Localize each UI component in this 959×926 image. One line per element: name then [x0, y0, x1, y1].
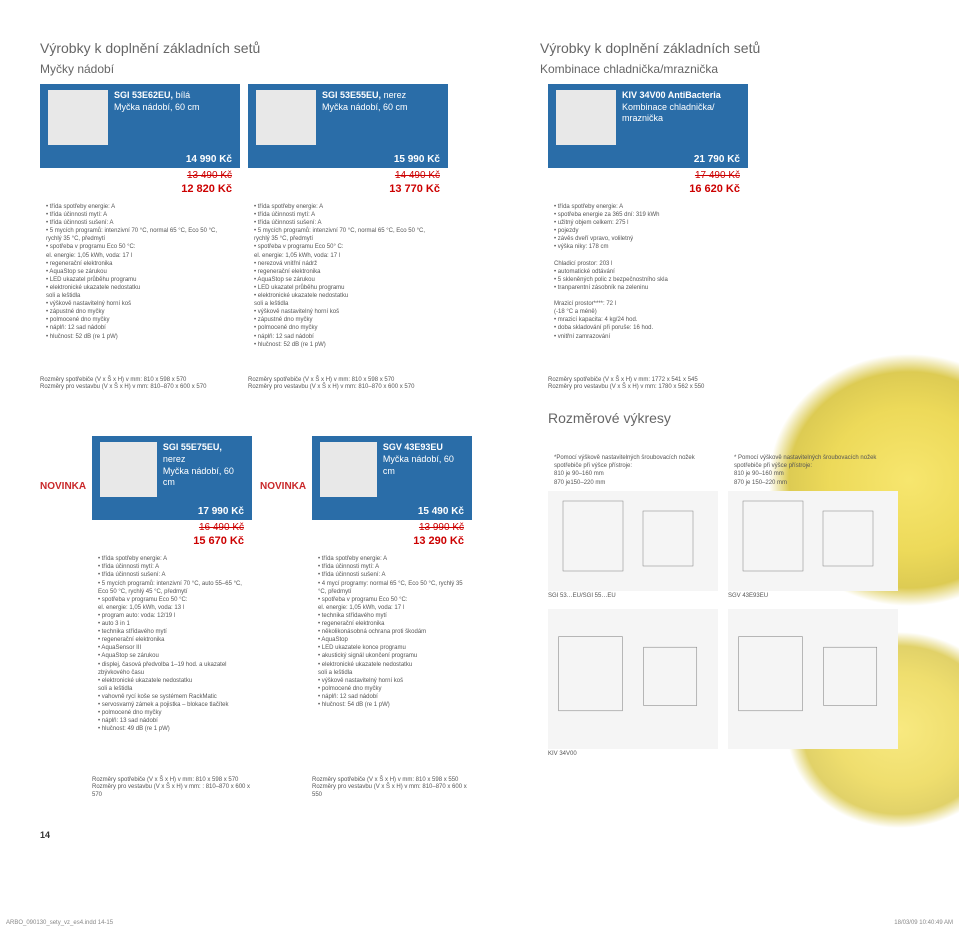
- product-card: KIV 34V00 AntiBacteria Kombinace chladni…: [548, 84, 748, 345]
- product-desc: Myčka nádobí, 60 cm: [163, 466, 234, 488]
- product-model: SGI 53E62EU,: [114, 90, 173, 100]
- dims-builtin: Rozměry pro vestavbu (V x Š x H) v mm: 8…: [248, 384, 448, 392]
- product-variant: nerez: [163, 454, 186, 464]
- dimension-drawing: * Pomocí výškově nastavitelných šroubova…: [728, 450, 898, 598]
- product-specs: • třída spotřeby energie: A • třída účin…: [312, 551, 472, 713]
- product-desc: Myčka nádobí, 60 cm: [383, 454, 454, 476]
- price-now: 15 670 Kč: [92, 535, 252, 551]
- dims-builtin: Rozměry pro vestavbu (V x Š x H) v mm: 1…: [548, 384, 748, 392]
- drawing-image: [548, 491, 718, 591]
- price-strike: 14 490 Kč: [248, 168, 448, 183]
- product-specs: • třída spotřeby energie: A • třída účin…: [92, 551, 252, 737]
- product-card: SGI 53E55EU, nerez Myčka nádobí, 60 cm 1…: [248, 84, 448, 353]
- product-variant: nerez: [384, 90, 407, 100]
- product-specs: • třída spotřeby energie: A • třída účin…: [40, 199, 240, 345]
- product-dims: Rozměry spotřebiče (V x Š x H) v mm: 810…: [312, 777, 472, 800]
- product-model: SGI 53E55EU,: [322, 90, 381, 100]
- dimension-drawing: [728, 609, 898, 757]
- dimension-drawing: *Pomocí výškově nastavitelných šroubovac…: [548, 450, 718, 598]
- product-card: SGV 43E93EU Myčka nádobí, 60 cm 15 490 K…: [312, 436, 472, 737]
- novinka-badge: NOVINKA: [260, 481, 304, 492]
- subsection-left: Myčky nádobí: [40, 62, 500, 76]
- page-number: 14: [40, 830, 919, 840]
- price-strike: 13 990 Kč: [312, 520, 472, 535]
- footer-filename: ARBO_090130_sety_vz_es4.indd 14-15: [6, 920, 113, 926]
- price-strike: 17 490 Kč: [548, 168, 748, 183]
- product-thumb: [320, 442, 377, 497]
- product-thumb: [100, 442, 157, 497]
- price-strike: 13 490 Kč: [40, 168, 240, 183]
- price-now: 13 770 Kč: [248, 183, 448, 199]
- product-desc-2: mraznička: [622, 113, 663, 123]
- product-variant: bílá: [176, 90, 191, 100]
- price-strike: 16 490 Kč: [92, 520, 252, 535]
- product-thumb: [256, 90, 316, 145]
- dims-appliance: Rozměry spotřebiče (V x Š x H) v mm: 810…: [92, 777, 252, 785]
- price-original: 15 490 Kč: [312, 503, 472, 520]
- price-original: 15 990 Kč: [248, 151, 448, 168]
- subsection-right: Kombinace chladnička/mraznička: [540, 62, 900, 76]
- dims-builtin: Rozměry pro vestavbu (V x Š x H) v mm: 8…: [312, 784, 472, 800]
- product-dims: Rozměry spotřebiče (V x Š x H) v mm: 810…: [40, 377, 240, 393]
- product-desc: Kombinace chladnička/: [622, 102, 715, 112]
- product-card: SGI 53E62EU, bílá Myčka nádobí, 60 cm 14…: [40, 84, 240, 353]
- drawing-image: [548, 609, 718, 749]
- product-model: SGI 55E75EU,: [163, 442, 222, 452]
- drawing-caption: SGV 43E93EU: [728, 593, 898, 599]
- product-thumb: [48, 90, 108, 145]
- drawing-caption: SGI 53…EU/SGI 55…EU: [548, 593, 718, 599]
- product-desc: Myčka nádobí, 60 cm: [114, 102, 200, 112]
- drawing-image: [728, 491, 898, 591]
- drawing-image: [728, 609, 898, 749]
- product-dims: Rozměry spotřebiče (V x Š x H) v mm: 810…: [92, 777, 252, 800]
- product-card: SGI 55E75EU, nerez Myčka nádobí, 60 cm 1…: [92, 436, 252, 737]
- product-specs: • třída spotřeby energie: A • třída účin…: [248, 199, 448, 353]
- footer-timestamp: 18/03/09 10:40:49 AM: [894, 920, 953, 926]
- product-model: KIV 34V00 AntiBacteria: [622, 90, 721, 100]
- price-original: 17 990 Kč: [92, 503, 252, 520]
- section-title-right: Výrobky k doplnění základních setů: [540, 40, 900, 56]
- price-now: 16 620 Kč: [548, 183, 748, 199]
- price-original: 14 990 Kč: [40, 151, 240, 168]
- dims-appliance: Rozměry spotřebiče (V x Š x H) v mm: 810…: [312, 777, 472, 785]
- novinka-badge: NOVINKA: [40, 481, 84, 492]
- dimension-drawing: KIV 34V00: [548, 609, 718, 757]
- price-now: 13 290 Kč: [312, 535, 472, 551]
- drawing-note: *Pomocí výškově nastavitelných šroubovac…: [548, 450, 718, 490]
- section-title-left: Výrobky k doplnění základních setů: [40, 40, 500, 56]
- price-now: 12 820 Kč: [40, 183, 240, 199]
- price-original: 21 790 Kč: [548, 151, 748, 168]
- dims-builtin: Rozměry pro vestavbu (V x Š x H) v mm: 8…: [40, 384, 240, 392]
- product-specs: • třída spotřeby energie: A • spotřeba e…: [548, 199, 748, 345]
- product-dims: Rozměry spotřebiče (V x Š x H) v mm: 177…: [548, 377, 748, 393]
- product-thumb: [556, 90, 616, 145]
- drawings-title: Rozměrové výkresy: [548, 410, 908, 426]
- product-model: SGV 43E93EU: [383, 442, 443, 452]
- drawing-note: * Pomocí výškově nastavitelných šroubova…: [728, 450, 898, 490]
- product-desc: Myčka nádobí, 60 cm: [322, 102, 408, 112]
- product-dims: Rozměry spotřebiče (V x Š x H) v mm: 810…: [248, 377, 448, 393]
- dims-builtin: Rozměry pro vestavbu (V x Š x H) v mm: :…: [92, 784, 252, 800]
